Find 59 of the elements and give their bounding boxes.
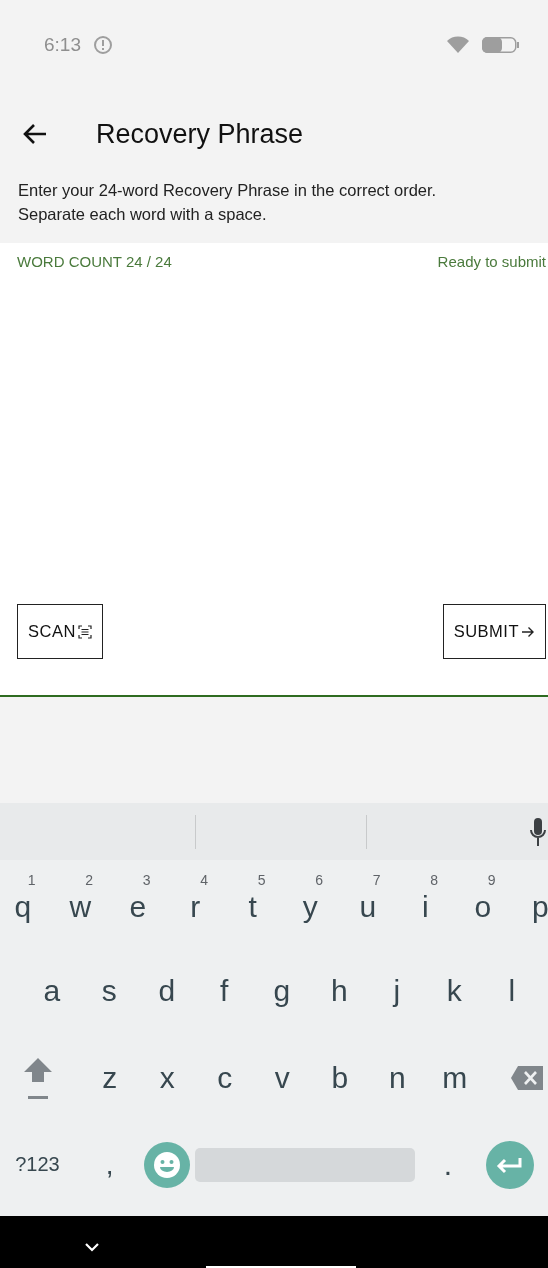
keyboard-key[interactable]: t [248,891,257,922]
keyboard-key[interactable]: v [253,1034,311,1121]
chevron-down-icon[interactable] [84,1242,100,1252]
number-hint: 9 [487,872,496,888]
word-count: WORD COUNT 24 / 24 [17,253,172,270]
keyboard-key[interactable]: r [190,891,201,922]
phrase-input-field[interactable]: WORD COUNT 24 / 24 Ready to submit SCAN SUBMIT [0,243,548,695]
wifi-icon [446,35,470,55]
alert-icon [93,35,113,55]
keyboard-key[interactable]: j [368,947,426,1034]
keyboard-key[interactable]: n [368,1034,426,1121]
number-hint: 3 [142,872,151,888]
microphone-icon[interactable] [530,816,546,847]
emoji-icon[interactable] [143,1141,190,1188]
scan-button[interactable]: SCAN [17,604,103,659]
keyboard-key[interactable]: z [81,1034,139,1121]
keyboard-key[interactable]: . [414,1121,482,1208]
keyboard-key[interactable]: l [483,947,541,1034]
keyboard-key[interactable]: p [511,860,548,947]
keyboard-key[interactable]: s [80,947,138,1034]
keyboard-key[interactable]: i [421,891,429,922]
keyboard-key[interactable]: c [196,1034,254,1121]
keyboard-key[interactable]: q [14,891,32,922]
symbols-key[interactable]: ?123 [15,1153,60,1176]
keyboard-key[interactable]: k [425,947,483,1034]
shift-icon[interactable] [22,1055,53,1100]
home-handle[interactable] [206,1266,356,1268]
number-hint: 4 [200,872,208,888]
submit-button[interactable]: SUBMIT [442,604,546,659]
keyboard-key[interactable]: w [69,891,92,922]
status-time: 6:13 [44,34,81,56]
keyboard-key[interactable]: u [359,891,377,922]
keyboard-key[interactable]: h [310,947,368,1034]
submit-status: Ready to submit [437,253,546,270]
number-hint: 2 [85,872,93,888]
arrow-right-icon [521,624,535,639]
keyboard-key[interactable]: f [195,947,253,1034]
number-hint: 7 [372,872,381,888]
scan-icon [77,624,92,639]
keyboard-key[interactable]: x [138,1034,196,1121]
keyboard-key[interactable]: , [81,1121,139,1208]
number-hint: 6 [315,872,323,888]
number-hint: 5 [257,872,266,888]
keyboard-key[interactable]: o [474,891,492,922]
number-hint: 1 [27,872,36,888]
keyboard-key[interactable]: g [253,947,311,1034]
enter-icon[interactable] [486,1140,535,1189]
keyboard-key[interactable]: a [23,947,81,1034]
back-arrow-icon[interactable] [22,123,48,145]
keyboard-key[interactable]: b [311,1034,369,1121]
page-title: Recovery Phrase [96,118,304,150]
keyboard-key[interactable]: m [426,1034,484,1121]
keyboard-key[interactable]: d [138,947,196,1034]
battery-icon [482,36,520,54]
keyboard-key[interactable]: y [302,891,318,922]
backspace-icon[interactable] [510,1064,544,1091]
instructions-text: Enter your 24-word Recovery Phrase in the correct order. Separate each word with a space. [17,180,438,225]
number-hint: 8 [430,872,438,888]
keyboard-key[interactable]: e [129,891,147,922]
